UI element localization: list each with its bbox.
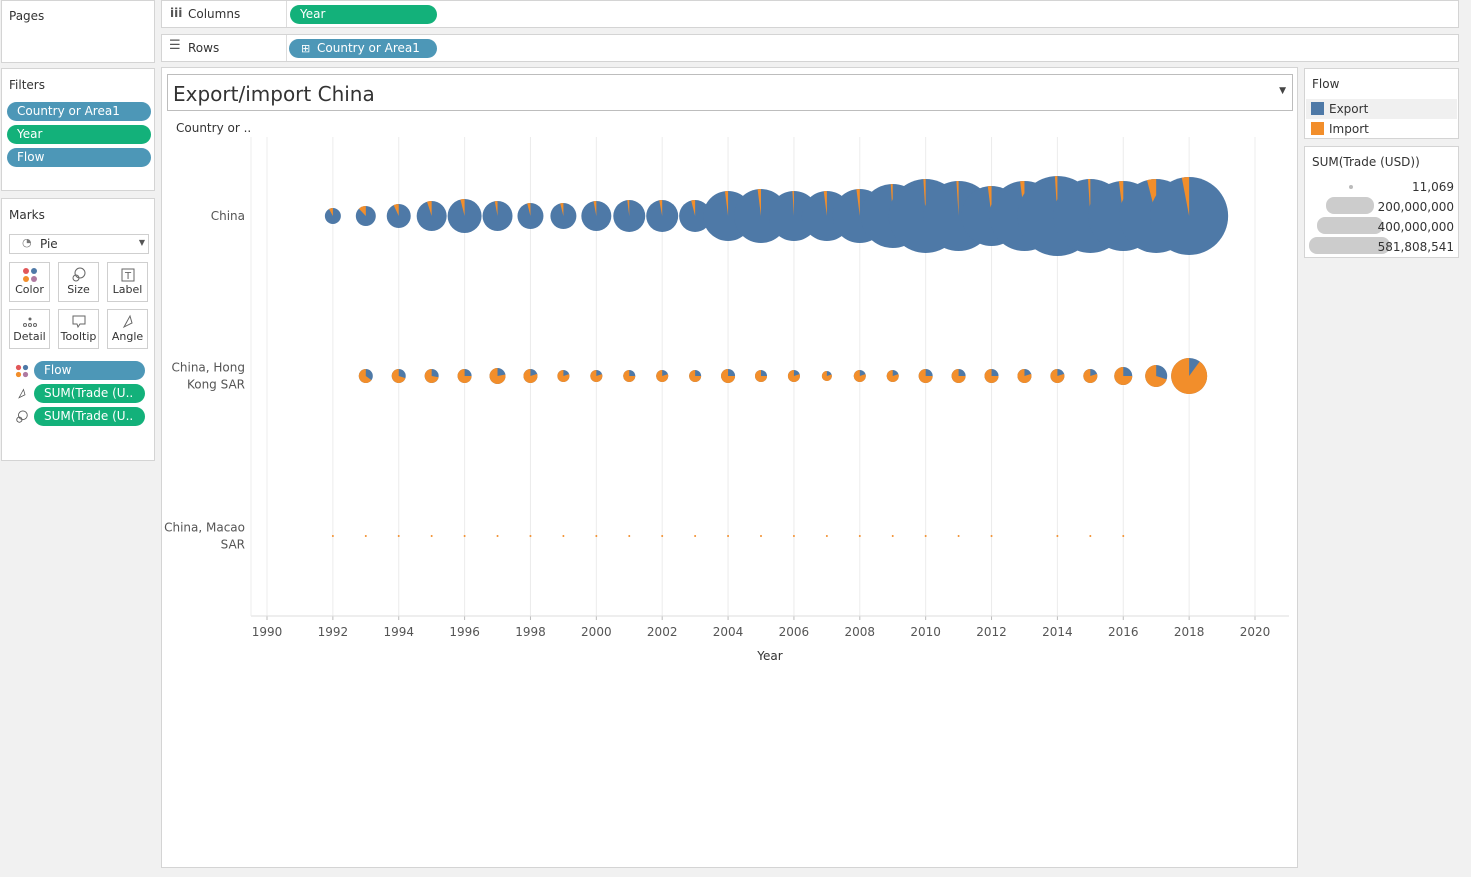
pages-title: Pages — [9, 9, 45, 23]
chevron-down-icon[interactable]: ▼ — [1279, 86, 1286, 96]
marks-angle-pill[interactable]: SUM(Trade (U.. — [34, 384, 145, 403]
size-value-3: 400,000,000 — [1377, 220, 1454, 234]
columns-label: Columns — [188, 7, 241, 21]
rows-country-pill[interactable]: ⊞ Country or Area1 — [289, 39, 437, 58]
detail-icon — [10, 310, 49, 330]
flow-legend-title: Flow — [1312, 77, 1340, 91]
columns-shelf[interactable]: iii Columns Year — [161, 0, 1459, 28]
rows-icon: ☰ — [169, 38, 181, 53]
legend-label-export: Export — [1329, 102, 1369, 116]
rows-label: Rows — [188, 41, 220, 55]
legend-item-import[interactable]: Import — [1306, 119, 1457, 139]
columns-icon: iii — [170, 6, 183, 20]
rows-pill-label: Country or Area1 — [317, 41, 420, 55]
filter-country-pill[interactable]: Country or Area1 — [7, 102, 151, 121]
size-button[interactable]: Size — [58, 262, 99, 302]
size-field-icon — [15, 410, 29, 427]
angle-icon — [108, 310, 147, 330]
size-legend: SUM(Trade (USD)) 11,069 200,000,000 400,… — [1304, 146, 1459, 258]
filters-title: Filters — [9, 78, 45, 92]
color-label: Color — [15, 283, 44, 296]
expand-icon[interactable]: ⊞ — [301, 42, 310, 55]
legend-item-export[interactable]: Export — [1306, 99, 1457, 119]
angle-field-icon — [16, 387, 28, 404]
export-swatch — [1311, 102, 1324, 115]
import-swatch — [1311, 122, 1324, 135]
label-icon: T — [108, 263, 147, 283]
mark-type-label: Pie — [40, 237, 58, 251]
detail-button[interactable]: Detail — [9, 309, 50, 349]
columns-year-pill[interactable]: Year — [290, 5, 437, 24]
color-field-icon — [15, 364, 29, 381]
pages-panel[interactable]: Pages — [1, 0, 155, 63]
size-label: Size — [67, 283, 90, 296]
tooltip-button[interactable]: Tooltip — [58, 309, 99, 349]
size-value-1: 11,069 — [1412, 180, 1454, 194]
rows-shelf[interactable]: ☰ Rows ⊞ Country or Area1 — [161, 34, 1459, 62]
size-swatch-1 — [1349, 185, 1353, 189]
pie-icon: ◔ — [22, 236, 32, 249]
size-value-4: 581,808,541 — [1377, 240, 1454, 254]
view-title-box[interactable]: Export/import China ▼ — [167, 74, 1293, 111]
tooltip-icon — [59, 310, 98, 330]
view-title: Export/import China — [173, 82, 375, 106]
size-legend-title: SUM(Trade (USD)) — [1312, 155, 1420, 169]
detail-label: Detail — [13, 330, 46, 343]
marks-flow-pill[interactable]: Flow — [34, 361, 145, 380]
mark-type-dropdown[interactable]: ◔ Pie ▼ — [9, 234, 149, 254]
marks-size-pill[interactable]: SUM(Trade (U.. — [34, 407, 145, 426]
size-swatch-2 — [1326, 197, 1374, 214]
size-value-2: 200,000,000 — [1377, 200, 1454, 214]
flow-legend: Flow Export Import — [1304, 68, 1459, 139]
angle-button[interactable]: Angle — [107, 309, 148, 349]
row-header: Country or .. — [176, 121, 252, 135]
tooltip-label: Tooltip — [60, 330, 97, 343]
filter-year-pill[interactable]: Year — [7, 125, 151, 144]
size-swatch-3 — [1317, 217, 1383, 234]
filter-flow-pill[interactable]: Flow — [7, 148, 151, 167]
angle-label: Angle — [111, 330, 144, 343]
chevron-down-icon: ▼ — [138, 238, 145, 247]
color-button[interactable]: Color — [9, 262, 50, 302]
view-canvas[interactable]: Export/import China ▼ Country or .. — [161, 67, 1298, 868]
size-icon — [59, 263, 98, 283]
label-label: Label — [112, 283, 143, 296]
color-icon — [10, 263, 49, 283]
label-button[interactable]: T Label — [107, 262, 148, 302]
legend-label-import: Import — [1329, 122, 1369, 136]
marks-panel: Marks ◔ Pie ▼ Color Size T Label Detail … — [1, 198, 155, 461]
marks-title: Marks — [9, 208, 45, 222]
filters-panel: Filters Country or Area1 Year Flow — [1, 68, 155, 191]
svg-text:T: T — [123, 271, 131, 282]
